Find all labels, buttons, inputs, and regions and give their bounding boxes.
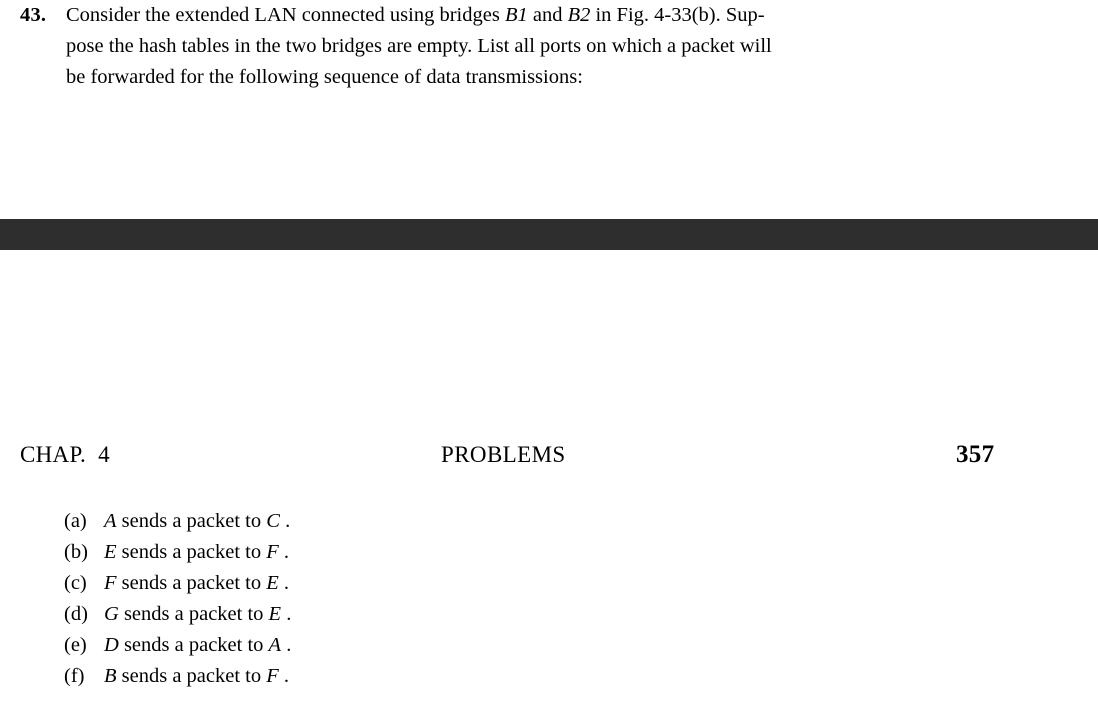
list-item-end: . xyxy=(279,510,291,532)
list-item-marker: (c) xyxy=(64,572,87,594)
list-item: (a) A sends a packet to C . xyxy=(0,506,1098,537)
list-item: (b) E sends a packet to F . xyxy=(0,537,1098,568)
list-item-mid: sends a packet to xyxy=(118,603,269,625)
problem-row: 43. Consider the extended LAN connected … xyxy=(0,0,1098,93)
problem-line-1-part-d: in Fig. 4-33(b). Sup- xyxy=(590,4,765,26)
list-item: (f) B sends a packet to F . xyxy=(0,661,1098,692)
problem-line-1-part-c: and xyxy=(527,4,568,26)
problem-line-1-part-a: Consider the extended LAN connected usin… xyxy=(66,4,505,26)
problem-text: Consider the extended LAN connected usin… xyxy=(66,0,1098,93)
running-head: CHAP. 4 PROBLEMS 357 xyxy=(0,438,1098,472)
page-number: 357 xyxy=(956,441,995,468)
running-head-section-title: PROBLEMS xyxy=(441,442,566,467)
list-item-text: D sends a packet to A . xyxy=(104,630,291,661)
host-label-sender: B xyxy=(104,665,117,687)
host-label-sender: D xyxy=(104,634,119,656)
problem-block: 43. Consider the extended LAN connected … xyxy=(0,0,1098,93)
list-item-text: F sends a packet to E . xyxy=(104,568,289,599)
list-item-mid: sends a packet to xyxy=(116,510,267,532)
list-item-marker: (a) xyxy=(64,510,87,532)
list-item-mid: sends a packet to xyxy=(116,665,267,687)
list-item-marker: (d) xyxy=(64,603,88,625)
list-item-end: . xyxy=(281,634,292,656)
problem-number: 43. xyxy=(20,4,47,26)
host-label-receiver: E xyxy=(268,603,282,625)
running-head-chapter: CHAP. 4 xyxy=(20,442,110,467)
host-label-sender: F xyxy=(104,572,117,594)
problem-line-2: pose the hash tables in the two bridges … xyxy=(66,35,772,57)
list-item: (e) D sends a packet to A . xyxy=(0,630,1098,661)
problem-line-1: Consider the extended LAN connected usin… xyxy=(66,0,1020,31)
list-item-end: . xyxy=(278,572,290,594)
list-item-text: A sends a packet to C . xyxy=(104,506,290,537)
list-item-mid: sends a packet to xyxy=(118,634,269,656)
problem-line-3: be forwarded for the following sequence … xyxy=(66,66,583,88)
list-item: (d) G sends a packet to E . xyxy=(0,599,1098,630)
list-item-end: . xyxy=(278,665,290,687)
list-item-text: E sends a packet to F . xyxy=(104,537,289,568)
list-item-text: B sends a packet to F . xyxy=(104,661,289,692)
list-item-marker: (e) xyxy=(64,634,87,656)
list-item-mid: sends a packet to xyxy=(116,572,267,594)
list-item-end: . xyxy=(278,541,290,563)
list-item-mid: sends a packet to xyxy=(116,541,267,563)
bridge-label-b1: B1 xyxy=(504,4,528,26)
bridge-label-b2: B2 xyxy=(567,4,591,26)
list-item-end: . xyxy=(281,603,292,625)
list-item: (c) F sends a packet to E . xyxy=(0,568,1098,599)
host-label-sender: G xyxy=(104,603,119,625)
answer-list: (a) A sends a packet to C . (b) E sends … xyxy=(0,506,1098,692)
host-label-receiver: F xyxy=(266,541,279,563)
list-item-marker: (b) xyxy=(64,541,88,563)
host-label-receiver: F xyxy=(266,665,279,687)
host-label-sender: E xyxy=(104,541,117,563)
list-item-text: G sends a packet to E . xyxy=(104,599,291,630)
host-label-receiver: A xyxy=(268,634,282,656)
host-label-sender: A xyxy=(104,510,117,532)
host-label-receiver: E xyxy=(266,572,279,594)
list-item-marker: (f) xyxy=(64,665,85,687)
dark-separator-band xyxy=(0,219,1098,250)
host-label-receiver: C xyxy=(266,510,280,532)
